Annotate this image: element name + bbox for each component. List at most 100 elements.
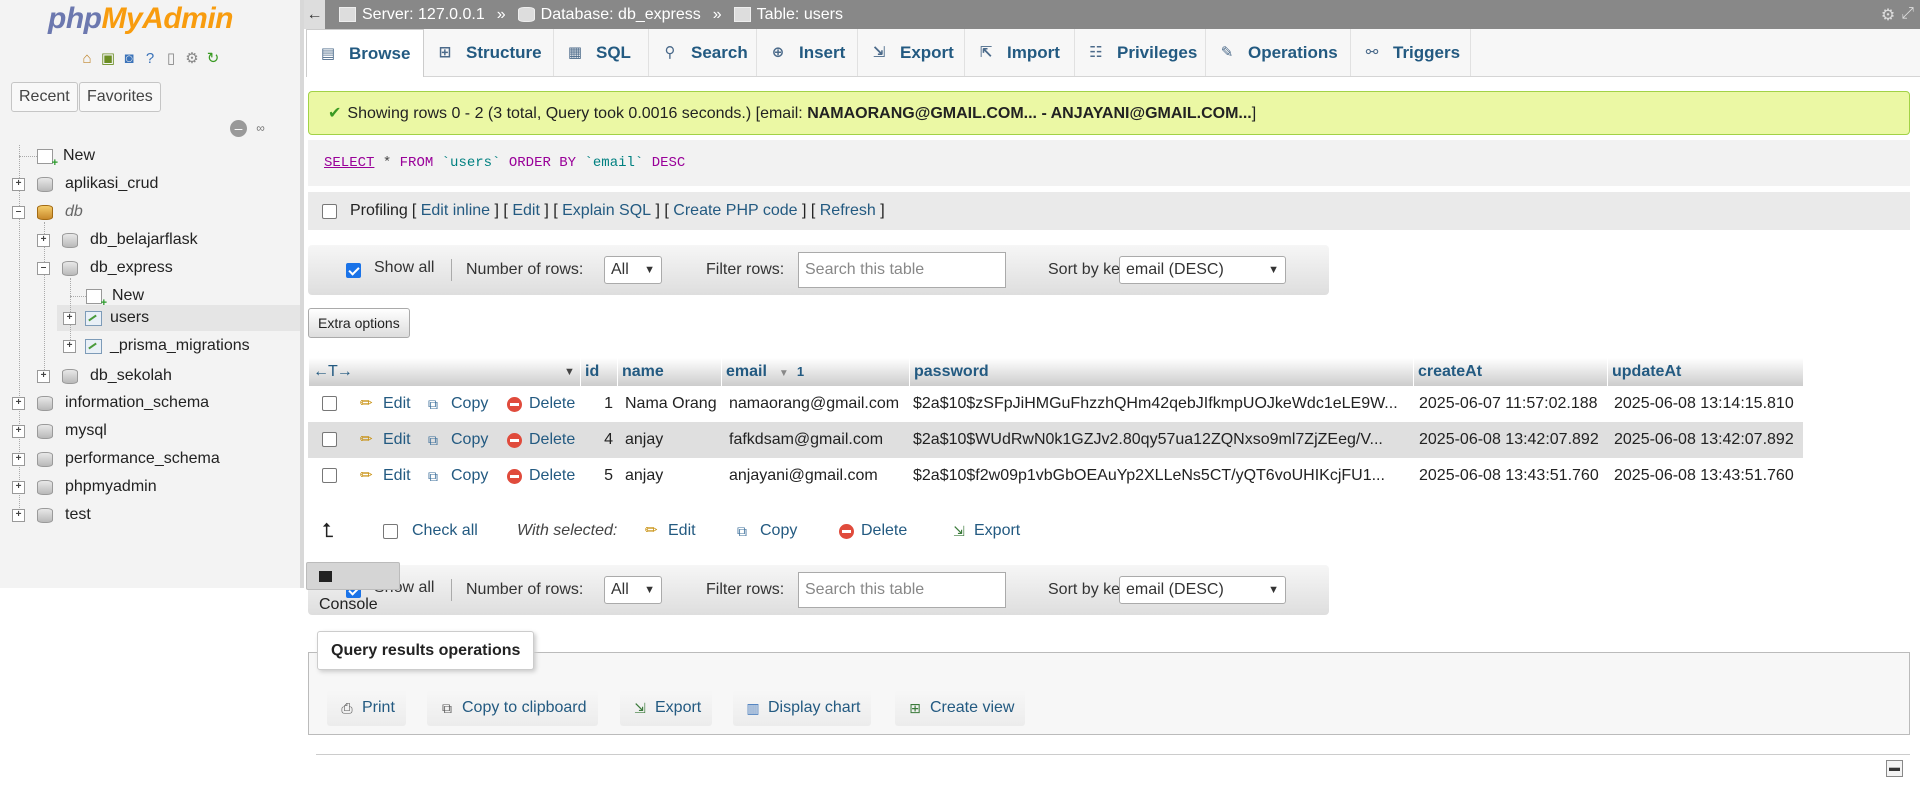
tree-item-performance-schema[interactable]: + performance_schema	[12, 446, 220, 472]
rows-select[interactable]: All ▼	[604, 576, 662, 604]
tree-item-prisma-migrations[interactable]: + _prisma_migrations	[63, 333, 250, 359]
cell-id[interactable]: 1	[580, 386, 613, 422]
row-checkbox[interactable]	[322, 468, 337, 483]
bulk-delete-button[interactable]: Delete	[839, 515, 907, 547]
tab-sql[interactable]: ▦ SQL	[554, 29, 649, 76]
nav-tab-recent[interactable]: Recent	[11, 82, 78, 112]
cell-name[interactable]: anjay	[625, 422, 721, 458]
link-with-main-icon[interactable]: ∞	[252, 122, 269, 135]
column-arrows-header[interactable]: ←T→ ▼	[308, 358, 580, 386]
check-all-checkbox[interactable]	[383, 523, 398, 539]
tab-privileges[interactable]: ☷ Privileges	[1075, 29, 1206, 76]
tree-item-test[interactable]: + test	[12, 502, 91, 528]
cell-updateat[interactable]: 2025-06-08 13:43:51.760	[1614, 458, 1803, 494]
breadcrumb-server[interactable]: Server: 127.0.0.1	[362, 0, 485, 29]
bulk-copy-button[interactable]: ⧉ Copy	[737, 515, 797, 547]
query-window-icon[interactable]: ◙	[120, 50, 138, 68]
reload-icon[interactable]: ↻	[204, 50, 222, 68]
help-icon[interactable]: ?	[141, 50, 159, 68]
tab-search[interactable]: ⚲ Search	[649, 29, 757, 76]
breadcrumb-database[interactable]: Database: db_express	[541, 0, 701, 29]
explain-sql-link[interactable]: Explain SQL	[562, 192, 651, 230]
fullscreen-icon[interactable]: ⤢	[1901, 5, 1914, 25]
tab-export[interactable]: ⇲ Export	[858, 29, 965, 76]
column-header-updateat[interactable]: updateAt	[1607, 358, 1803, 386]
expand-icon[interactable]: +	[37, 233, 50, 247]
expand-icon[interactable]: +	[12, 452, 25, 466]
print-button[interactable]: ⎙ Print	[327, 690, 406, 726]
home-icon[interactable]: ⌂	[78, 50, 96, 68]
sql-query-display[interactable]: SELECT * FROM `users` ORDER BY `email` D…	[308, 140, 1910, 186]
expand-icon[interactable]: +	[12, 424, 25, 438]
column-header-email[interactable]: email ▼ 1	[721, 358, 909, 386]
phpmyadmin-logo[interactable]: phpMyAdmin	[48, 2, 233, 36]
exit-icon[interactable]: ▣	[99, 50, 117, 68]
column-header-id[interactable]: id	[580, 358, 617, 386]
rows-select[interactable]: All ▼	[604, 256, 662, 284]
cell-password[interactable]: $2a$10$WUdRwN0k1GZJv2.80qy57ua12ZQNxso9m…	[913, 422, 1413, 458]
bulk-edit-button[interactable]: ✏ Edit	[645, 515, 696, 547]
tree-item-db-express[interactable]: – db_express	[37, 255, 173, 281]
row-checkbox[interactable]	[322, 396, 337, 411]
row-edit-button[interactable]: ✏ Edit	[360, 458, 411, 494]
row-copy-button[interactable]: ⧉ Copy	[428, 422, 488, 458]
sql-select-keyword[interactable]: SELECT	[324, 155, 374, 171]
cell-name[interactable]: Nama Orang	[625, 386, 721, 422]
cell-id[interactable]: 4	[580, 422, 613, 458]
sort-select[interactable]: email (DESC) ▼	[1119, 256, 1286, 284]
nav-tab-favorites[interactable]: Favorites	[79, 82, 161, 112]
settings-icon[interactable]: ⚙	[183, 50, 201, 68]
show-all-control[interactable]: Show all	[346, 245, 434, 295]
export-button[interactable]: ⇲ Export	[620, 690, 713, 726]
bulk-export-button[interactable]: ⇲ Export	[950, 515, 1020, 547]
column-header-name[interactable]: name	[617, 358, 721, 386]
display-chart-button[interactable]: ▥ Display chart	[733, 690, 872, 726]
tree-item-information-schema[interactable]: + information_schema	[12, 390, 209, 416]
expand-icon[interactable]: +	[12, 177, 25, 191]
show-all-checkbox[interactable]	[346, 262, 361, 278]
tree-item-users[interactable]: + users	[63, 305, 149, 331]
cell-createat[interactable]: 2025-06-07 11:57:02.188	[1419, 386, 1607, 422]
tab-triggers[interactable]: ⚯ Triggers	[1351, 29, 1471, 76]
breadcrumb-table[interactable]: Table: users	[757, 0, 843, 29]
profiling-checkbox[interactable]	[322, 203, 337, 219]
docs-icon[interactable]: ▯	[162, 50, 180, 68]
expand-icon[interactable]: +	[12, 508, 25, 522]
check-all-label[interactable]: Check all	[412, 522, 478, 540]
check-all-control[interactable]: Check all	[383, 515, 478, 547]
tree-item-aplikasi-crud[interactable]: + aplikasi_crud	[12, 171, 158, 197]
column-header-createat[interactable]: createAt	[1413, 358, 1607, 386]
row-checkbox[interactable]	[322, 432, 337, 447]
row-delete-button[interactable]: Delete	[507, 386, 575, 422]
tree-item-db[interactable]: – db	[12, 199, 83, 225]
tree-item-db-sekolah[interactable]: + db_sekolah	[37, 363, 172, 389]
row-delete-button[interactable]: Delete	[507, 458, 575, 494]
collapse-icon[interactable]: –	[37, 261, 50, 275]
tab-import[interactable]: ⇱ Import	[965, 29, 1075, 76]
column-header-password[interactable]: password	[909, 358, 1413, 386]
expand-icon[interactable]: +	[12, 396, 25, 410]
row-edit-button[interactable]: ✏ Edit	[360, 422, 411, 458]
tab-insert[interactable]: ⊕ Insert	[757, 29, 858, 76]
options-chevron-icon[interactable]: ▼	[564, 358, 575, 386]
sort-select[interactable]: email (DESC) ▼	[1119, 576, 1286, 604]
cell-createat[interactable]: 2025-06-08 13:43:51.760	[1419, 458, 1607, 494]
create-php-code-link[interactable]: Create PHP code	[673, 192, 797, 230]
console-toggle-button[interactable]: Console	[306, 562, 400, 613]
expand-icon[interactable]: +	[63, 339, 76, 353]
page-settings-icon[interactable]: ⚙	[1881, 5, 1895, 25]
cell-name[interactable]: anjay	[625, 458, 721, 494]
filter-input[interactable]: Search this table	[798, 572, 1006, 608]
cell-email[interactable]: fafkdsam@gmail.com	[729, 422, 909, 458]
cell-id[interactable]: 5	[580, 458, 613, 494]
row-copy-button[interactable]: ⧉ Copy	[428, 458, 488, 494]
collapse-icon[interactable]: –	[12, 205, 25, 219]
refresh-link[interactable]: Refresh	[820, 192, 876, 230]
cell-password[interactable]: $2a$10$f2w09p1vbGbOEAuYp2XLLeNs5CT/yQT6v…	[913, 458, 1413, 494]
row-edit-button[interactable]: ✏ Edit	[360, 386, 411, 422]
cell-createat[interactable]: 2025-06-08 13:42:07.892	[1419, 422, 1607, 458]
edit-inline-link[interactable]: Edit inline	[421, 192, 490, 230]
expand-icon[interactable]: +	[37, 369, 50, 383]
cell-email[interactable]: namaorang@gmail.com	[729, 386, 909, 422]
tree-item-mysql[interactable]: + mysql	[12, 418, 107, 444]
